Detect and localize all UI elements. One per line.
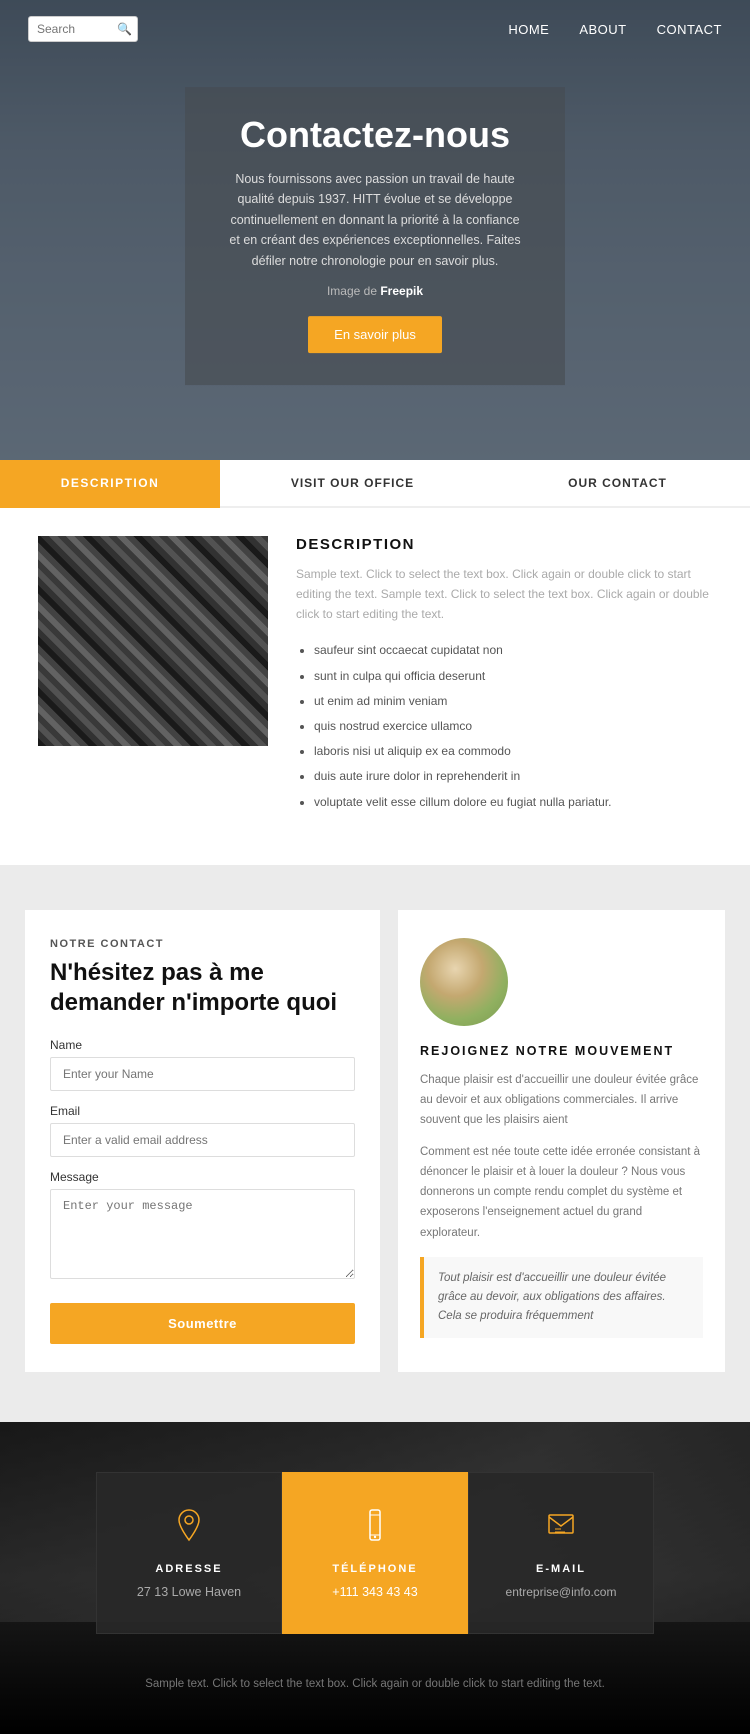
movement-title: REJOIGNEZ NOTRE MOUVEMENT [420, 1044, 703, 1058]
movement-text1: Chaque plaisir est d'accueillir une doul… [420, 1070, 703, 1130]
description-content: DESCRIPTION Sample text. Click to select… [0, 508, 750, 865]
hero-content: Contactez-nous Nous fournissons avec pas… [185, 87, 565, 385]
nav-home[interactable]: HOME [508, 22, 549, 37]
form-name-group: Name [50, 1038, 355, 1091]
movement-text2: Comment est née toute cette idée erronée… [420, 1142, 703, 1243]
search-icon: 🔍 [117, 22, 132, 36]
list-item: voluptate velit esse cillum dolore eu fu… [314, 790, 712, 815]
nav-links: HOME ABOUT CONTACT [508, 22, 722, 37]
quote-box: Tout plaisir est d'accueillir une douleu… [420, 1257, 703, 1338]
description-list: saufeur sint occaecat cupidatat nonsunt … [296, 638, 712, 814]
hero-credit: Image de Freepik [229, 284, 521, 298]
nav-contact[interactable]: CONTACT [657, 22, 722, 37]
description-text: DESCRIPTION Sample text. Click to select… [296, 536, 712, 815]
list-item: saufeur sint occaecat cupidatat non [314, 638, 712, 663]
footer-cards: ADRESSE 27 13 Lowe Haven TÉLÉPHONE +111 … [95, 1472, 655, 1634]
contact-right-panel: REJOIGNEZ NOTRE MOUVEMENT Chaque plaisir… [398, 910, 725, 1372]
message-input[interactable] [50, 1189, 355, 1279]
nav-about[interactable]: ABOUT [579, 22, 626, 37]
search-input[interactable] [37, 22, 117, 36]
description-para: Sample text. Click to select the text bo… [296, 565, 712, 624]
hero-btn[interactable]: En savoir plus [308, 316, 442, 353]
header: 🔍 HOME ABOUT CONTACT [0, 0, 750, 58]
footer-section: ADRESSE 27 13 Lowe Haven TÉLÉPHONE +111 … [0, 1422, 750, 1734]
hero-title: Contactez-nous [229, 115, 521, 155]
hero-description: Nous fournissons avec passion un travail… [229, 169, 521, 272]
footer-bottom-text: Sample text. Click to select the text bo… [20, 1674, 730, 1694]
list-item: laboris nisi ut aliquip ex ea commodo [314, 739, 712, 764]
email-label: Email [50, 1104, 355, 1118]
message-label: Message [50, 1170, 355, 1184]
tab-visit-office[interactable]: VISIT OUR OFFICE [220, 460, 485, 508]
list-item: ut enim ad minim veniam [314, 689, 712, 714]
list-item: sunt in culpa qui officia deserunt [314, 664, 712, 689]
hero-section: 🔍 HOME ABOUT CONTACT Contactez-nous Nous… [0, 0, 750, 460]
contact-label-small: NOTRE CONTACT [50, 938, 355, 950]
search-box[interactable]: 🔍 [28, 16, 138, 42]
list-item: quis nostrud exercice ullamco [314, 714, 712, 739]
phone-value: +111 343 43 43 [303, 1585, 447, 1599]
tab-our-contact[interactable]: OUR CONTACT [485, 460, 750, 508]
email-value: entreprise@info.com [489, 1585, 633, 1599]
tab-description[interactable]: DESCRIPTION [0, 460, 220, 508]
name-label: Name [50, 1038, 355, 1052]
address-icon [117, 1507, 261, 1551]
footer-card-address: ADRESSE 27 13 Lowe Haven [96, 1472, 282, 1634]
email-title: E-MAIL [489, 1563, 633, 1575]
form-email-group: Email [50, 1104, 355, 1157]
list-item: duis aute irure dolor in reprehenderit i… [314, 764, 712, 789]
phone-icon [303, 1507, 447, 1551]
tabs-bar: DESCRIPTION VISIT OUR OFFICE OUR CONTACT [0, 460, 750, 508]
footer-card-phone: TÉLÉPHONE +111 343 43 43 [282, 1472, 468, 1634]
description-title: DESCRIPTION [296, 536, 712, 553]
tabs-section: DESCRIPTION VISIT OUR OFFICE OUR CONTACT… [0, 460, 750, 865]
name-input[interactable] [50, 1057, 355, 1091]
phone-title: TÉLÉPHONE [303, 1563, 447, 1575]
form-message-group: Message [50, 1170, 355, 1284]
footer-card-email: E-MAIL entreprise@info.com [468, 1472, 654, 1634]
contact-section: NOTRE CONTACT N'hésitez pas à me demande… [0, 865, 750, 1422]
submit-button[interactable]: Soumettre [50, 1303, 355, 1344]
description-image [38, 536, 268, 746]
worker-avatar [420, 938, 508, 1026]
contact-heading: N'hésitez pas à me demander n'importe qu… [50, 958, 355, 1018]
email-input[interactable] [50, 1123, 355, 1157]
address-title: ADRESSE [117, 1563, 261, 1575]
email-icon [489, 1507, 633, 1551]
contact-form-panel: NOTRE CONTACT N'hésitez pas à me demande… [25, 910, 380, 1372]
address-value: 27 13 Lowe Haven [117, 1585, 261, 1599]
